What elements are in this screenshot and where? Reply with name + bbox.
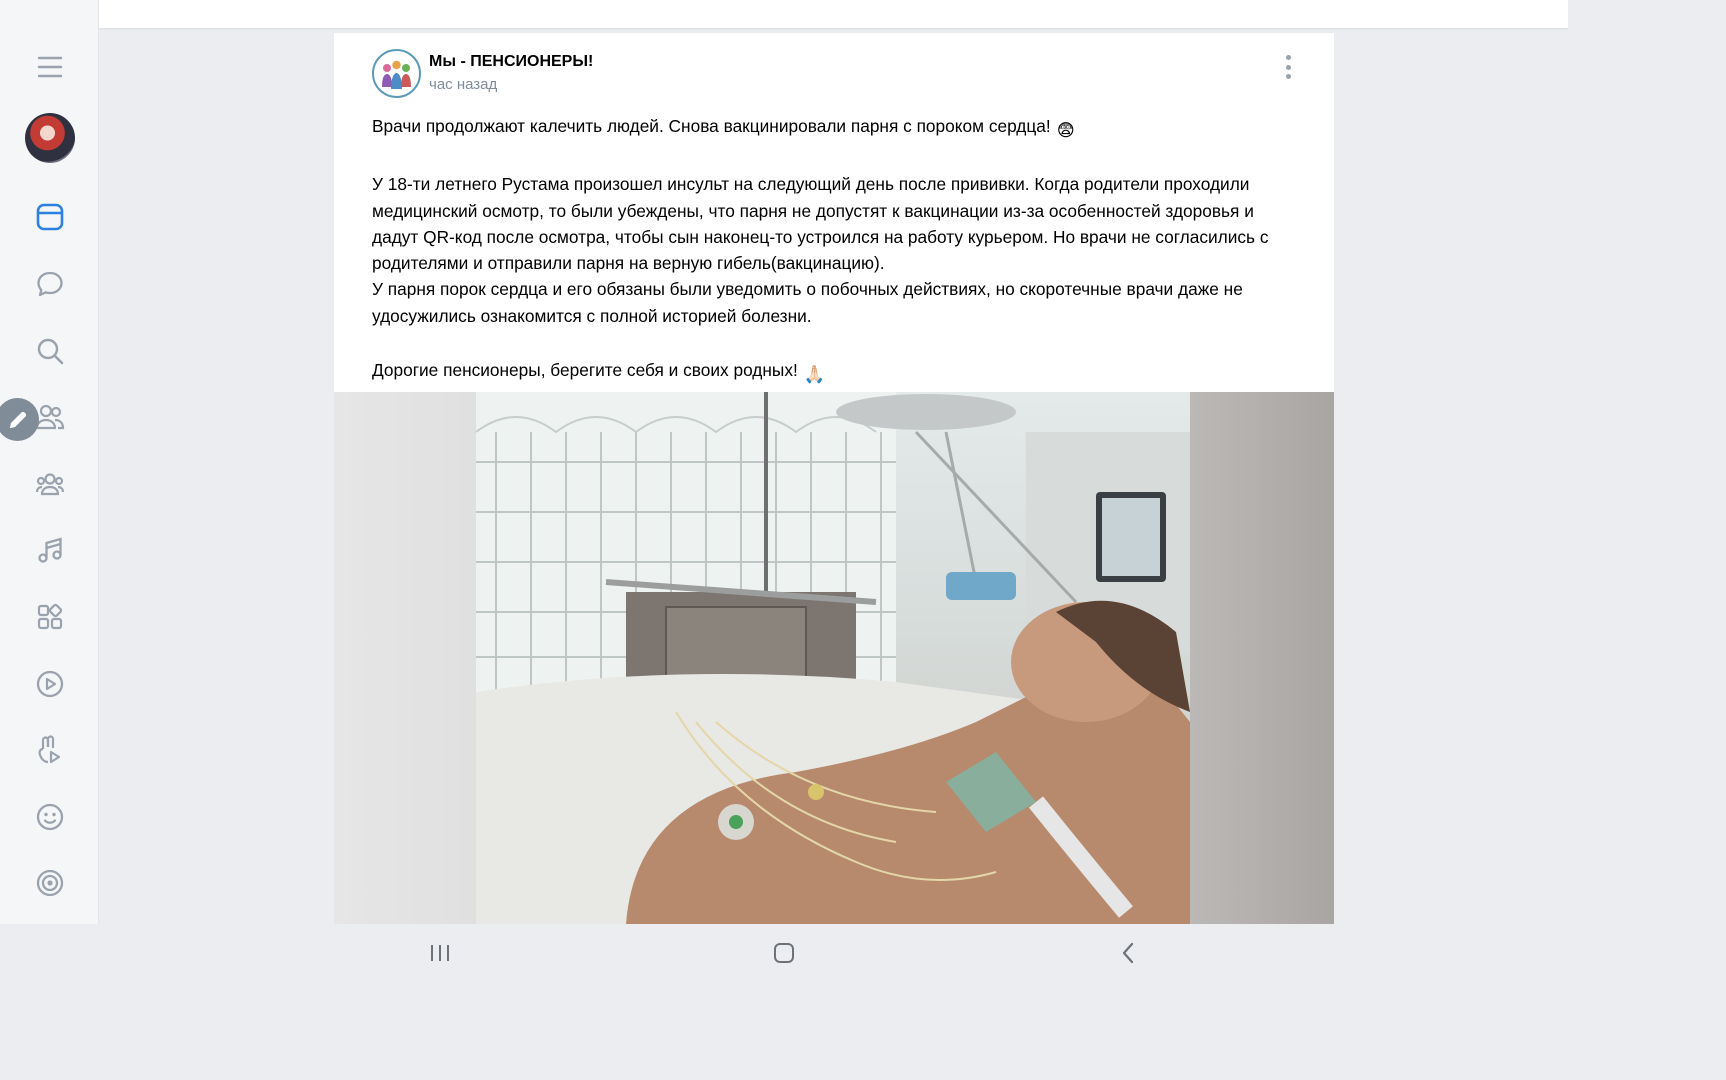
praying-hands-emoji: 🙏🏻 bbox=[803, 364, 826, 385]
sidebar-item-search[interactable] bbox=[25, 326, 75, 376]
sidebar-item-music[interactable] bbox=[25, 525, 75, 575]
friends-icon bbox=[35, 404, 65, 430]
post-paragraph: У парня порок сердца и его обязаны были … bbox=[372, 279, 1243, 326]
post-photo[interactable] bbox=[334, 392, 1334, 924]
navigation-rail bbox=[0, 0, 99, 924]
post-timestamp[interactable]: час назад bbox=[429, 76, 497, 93]
sidebar-item-stickers[interactable] bbox=[25, 792, 75, 842]
newsfeed-icon bbox=[36, 203, 64, 231]
fearful-face-emoji: 😨 bbox=[1056, 120, 1075, 140]
back-icon bbox=[1122, 942, 1134, 964]
more-vertical-icon bbox=[1285, 55, 1291, 60]
feed-post: Мы - ПЕНСИОНЕРЫ! час назад Врачи продолж… bbox=[334, 33, 1334, 924]
music-note-icon bbox=[38, 537, 62, 563]
home-icon bbox=[774, 943, 794, 963]
post-author[interactable]: Мы - ПЕНСИОНЕРЫ! bbox=[429, 53, 593, 71]
pencil-icon bbox=[9, 411, 26, 428]
post-paragraph: У 18-ти летнего Рустама произошел инсуль… bbox=[372, 174, 1269, 274]
chat-bubble-icon bbox=[37, 271, 63, 297]
hamburger-menu-icon bbox=[37, 56, 63, 78]
group-logo-image bbox=[374, 51, 419, 96]
post-text: Врачи продолжают калечить людей. Снова в… bbox=[372, 113, 1302, 387]
play-circle-icon bbox=[36, 670, 64, 698]
sidebar-item-news[interactable] bbox=[25, 192, 75, 242]
system-navigation-bar bbox=[0, 924, 1568, 981]
top-bar bbox=[99, 0, 1568, 30]
communities-icon bbox=[35, 473, 65, 496]
menu-button[interactable] bbox=[25, 42, 75, 92]
group-avatar[interactable] bbox=[372, 49, 421, 98]
sidebar-item-clips[interactable] bbox=[25, 725, 75, 775]
smiley-icon bbox=[36, 803, 64, 831]
back-button[interactable] bbox=[1108, 938, 1148, 968]
recents-icon bbox=[431, 945, 449, 961]
post-menu-button[interactable] bbox=[1270, 55, 1306, 79]
recents-button[interactable] bbox=[420, 938, 460, 968]
sidebar-item-messages[interactable] bbox=[25, 259, 75, 309]
post-paragraph: Дорогие пенсионеры, берегите себя и свои… bbox=[372, 357, 1302, 387]
sidebar-item-communities[interactable] bbox=[25, 459, 75, 509]
profile-avatar[interactable] bbox=[25, 113, 75, 163]
home-button[interactable] bbox=[764, 938, 804, 968]
post-paragraph: Врачи продолжают калечить людей. Снова в… bbox=[372, 113, 1302, 143]
sidebar-item-services[interactable] bbox=[25, 592, 75, 642]
target-icon bbox=[36, 869, 64, 897]
sidebar-item-video[interactable] bbox=[25, 659, 75, 709]
sidebar-item-games[interactable] bbox=[25, 858, 75, 908]
clips-icon bbox=[38, 735, 61, 764]
search-icon bbox=[37, 338, 64, 365]
hospital-patient-photo bbox=[476, 392, 1190, 924]
apps-grid-icon bbox=[37, 603, 63, 630]
